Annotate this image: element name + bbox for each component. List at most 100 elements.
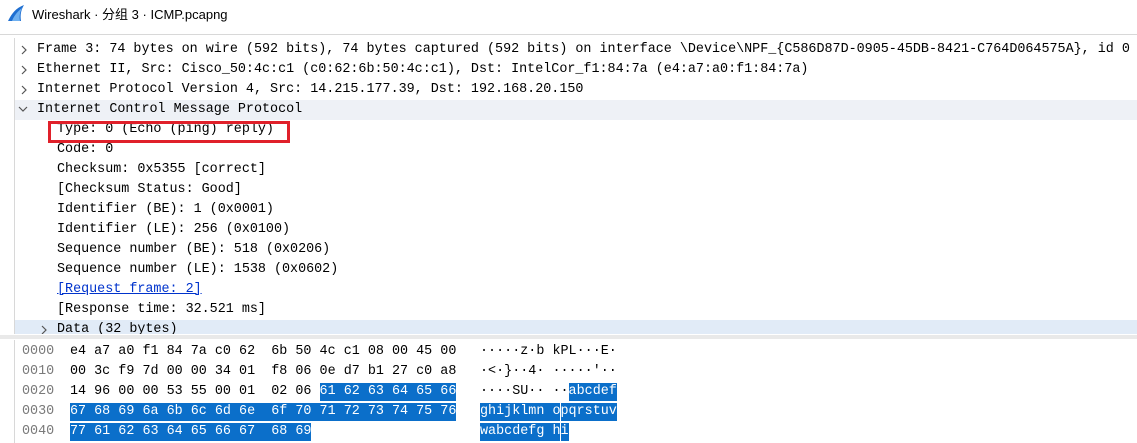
hex-ascii-char[interactable]: S (512, 383, 520, 401)
hex-byte[interactable]: 64 (392, 383, 417, 401)
hex-byte[interactable]: a8 (440, 363, 456, 381)
hex-byte[interactable]: 69 (118, 403, 143, 421)
hex-ascii-char[interactable]: f (528, 423, 537, 441)
hex-byte[interactable]: 65 (190, 423, 215, 441)
hex-byte[interactable]: 84 (167, 343, 183, 361)
hex-ascii-char[interactable]: · (528, 383, 536, 401)
hex-byte[interactable]: a7 (94, 343, 110, 361)
hex-byte[interactable]: 08 (368, 343, 384, 361)
hex-ascii-char[interactable]: b (536, 343, 544, 361)
hex-byte[interactable]: 00 (392, 343, 408, 361)
chevron-right-icon[interactable] (20, 60, 30, 80)
hex-byte[interactable]: 76 (440, 403, 457, 421)
hex-byte[interactable]: 61 (94, 423, 119, 441)
hex-byte[interactable]: 74 (392, 403, 417, 421)
hex-ascii-char[interactable]: z (520, 343, 528, 361)
hex-byte[interactable]: 6a (142, 403, 167, 421)
hex-ascii-char[interactable]: · (480, 363, 488, 381)
hex-byte[interactable]: 01 (239, 383, 255, 401)
hex-ascii-char[interactable]: u (600, 403, 609, 421)
hex-ascii-char[interactable]: · (585, 363, 593, 381)
hex-byte[interactable]: 61 (319, 383, 344, 401)
hex-ascii-char[interactable]: · (480, 343, 488, 361)
hex-byte[interactable]: 69 (295, 423, 312, 441)
tree-item-ethernet[interactable]: Ethernet II, Src: Cisco_50:4c:c1 (c0:62:… (15, 60, 1137, 80)
tree-item-icmp-code[interactable]: Code: 0 (15, 140, 1137, 160)
hex-ascii-char[interactable]: · (512, 343, 520, 361)
hex-byte[interactable]: 01 (239, 363, 255, 381)
hex-byte[interactable]: b1 (368, 363, 384, 381)
hex-ascii-char[interactable]: t (592, 403, 601, 421)
hex-byte[interactable]: 6b (166, 403, 191, 421)
hex-ascii-char[interactable]: b (576, 383, 585, 401)
hex-ascii-char[interactable]: · (488, 383, 496, 401)
hex-byte[interactable]: 62 (343, 383, 368, 401)
hex-ascii-char[interactable]: · (536, 363, 544, 381)
hex-byte[interactable]: 65 (416, 383, 441, 401)
hex-byte[interactable]: 67 (70, 403, 95, 421)
hex-ascii-char[interactable]: · (577, 343, 585, 361)
hex-ascii-char[interactable]: w (480, 423, 489, 441)
tree-item-identifier-be[interactable]: Identifier (BE): 1 (0x0001) (15, 200, 1137, 220)
tree-item-response-time[interactable]: [Response time: 32.521 ms] (15, 300, 1137, 320)
hex-byte[interactable]: 63 (142, 423, 167, 441)
pane-splitter[interactable] (0, 335, 1137, 339)
hex-byte[interactable]: 55 (191, 383, 207, 401)
hex-byte[interactable]: a0 (118, 343, 134, 361)
hex-byte[interactable]: 06 (295, 383, 311, 401)
hex-ascii-char[interactable]: b (496, 423, 505, 441)
hex-ascii-char[interactable]: k (552, 343, 560, 361)
hex-ascii-char[interactable]: d (592, 383, 601, 401)
hex-ascii-char[interactable]: · (552, 363, 560, 381)
tree-item-ip[interactable]: Internet Protocol Version 4, Src: 14.215… (15, 80, 1137, 100)
hex-ascii-char[interactable]: i (496, 403, 505, 421)
packet-bytes-pane[interactable]: 0000 e4 a7 a0 f1 84 7a c0 62 6b 50 4c c1 08 00 45 00 · · · ·… (14, 340, 1137, 443)
hex-byte[interactable]: 02 (271, 383, 287, 401)
hex-byte[interactable]: 96 (94, 383, 110, 401)
hex-ascii-char[interactable]: · (561, 363, 569, 381)
hex-ascii-char[interactable]: · (488, 343, 496, 361)
hex-byte[interactable]: 00 (118, 383, 134, 401)
hex-byte[interactable]: 00 (142, 383, 158, 401)
hex-byte[interactable]: 62 (118, 423, 143, 441)
hex-ascii-char[interactable]: s (584, 403, 593, 421)
hex-byte[interactable]: 0e (320, 363, 336, 381)
hex-ascii-char[interactable]: P (561, 343, 569, 361)
tree-item-icmp[interactable]: Internet Control Message Protocol (15, 100, 1137, 120)
hex-ascii-char[interactable]: · (504, 383, 512, 401)
hex-ascii-char[interactable]: p (560, 403, 569, 421)
hex-ascii-char[interactable]: · (585, 343, 593, 361)
tree-item-identifier-le[interactable]: Identifier (LE): 256 (0x0100) (15, 220, 1137, 240)
packet-details-tree[interactable]: Frame 3: 74 bytes on wire (592 bits), 74… (14, 38, 1137, 334)
hex-ascii-char[interactable]: m (528, 403, 537, 421)
hex-byte[interactable]: 68 (271, 423, 296, 441)
hex-ascii-char[interactable]: l (520, 403, 529, 421)
hex-ascii-char[interactable]: f (608, 383, 617, 401)
hex-ascii-char[interactable]: · (552, 383, 560, 401)
hex-byte[interactable]: 00 (167, 363, 183, 381)
hex-byte[interactable]: f1 (142, 343, 158, 361)
hex-ascii-char[interactable]: } (504, 363, 512, 381)
hex-byte[interactable]: 27 (392, 363, 408, 381)
hex-ascii-char[interactable]: · (609, 363, 617, 381)
hex-byte[interactable]: 34 (215, 363, 231, 381)
hex-ascii-char[interactable]: · (496, 343, 504, 361)
hex-byte[interactable]: 50 (295, 343, 311, 361)
hex-byte[interactable]: 6c (190, 403, 215, 421)
tree-item-sequence-le[interactable]: Sequence number (LE): 1538 (0x0602) (15, 260, 1137, 280)
hex-ascii-char[interactable]: E (601, 343, 609, 361)
hex-ascii-char[interactable]: e (520, 423, 529, 441)
hex-byte[interactable]: 14 (70, 383, 86, 401)
hex-ascii-char[interactable]: 4 (528, 363, 536, 381)
hex-byte[interactable]: 63 (367, 383, 392, 401)
hex-ascii-char[interactable]: c (584, 383, 593, 401)
hex-ascii-char[interactable]: d (512, 423, 521, 441)
hex-byte[interactable]: 72 (343, 403, 368, 421)
hex-byte[interactable]: f8 (271, 363, 287, 381)
hex-byte[interactable]: 77 (70, 423, 95, 441)
hex-ascii-char[interactable]: · (480, 383, 488, 401)
hex-ascii-char[interactable]: o (552, 403, 561, 421)
hex-byte[interactable]: 70 (295, 403, 320, 421)
hex-byte[interactable]: 67 (239, 423, 272, 441)
hex-ascii-char[interactable]: · (496, 363, 504, 381)
